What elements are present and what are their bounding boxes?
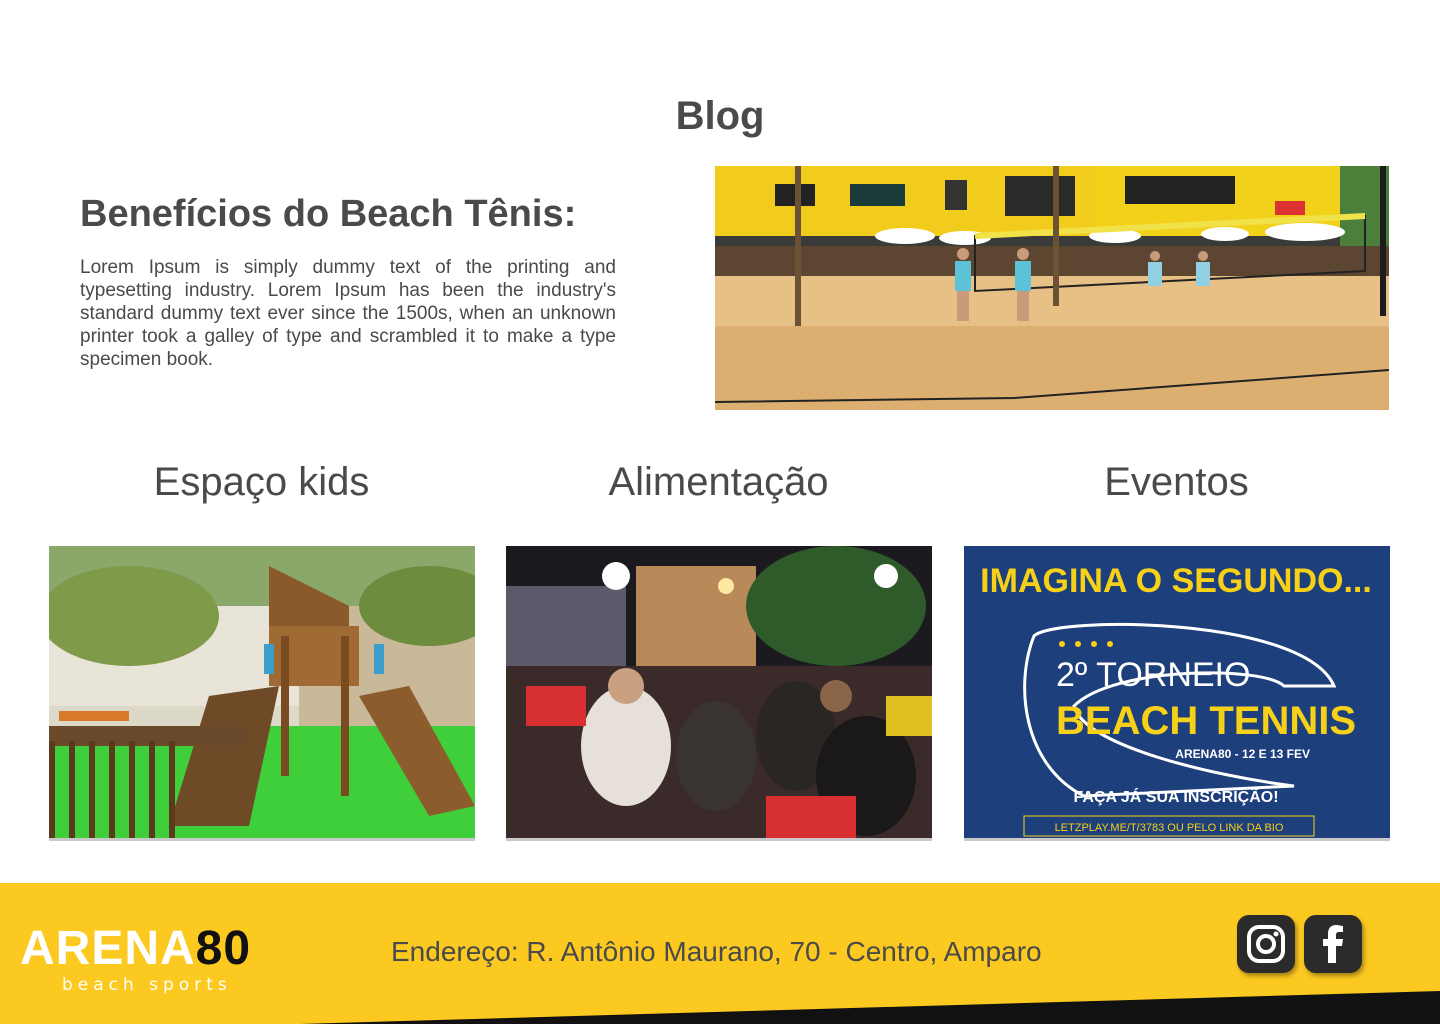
- instagram-icon[interactable]: [1237, 915, 1295, 973]
- category-title-kids[interactable]: Espaço kids: [49, 460, 474, 505]
- food-area-photo[interactable]: [506, 546, 932, 841]
- blog-title: Blog: [675, 94, 765, 138]
- article-body: Lorem Ipsum is simply dummy text of the …: [80, 257, 616, 370]
- poster-line1: 2º TORNEIO: [1056, 656, 1250, 694]
- logo-text-arena: ARENA: [20, 922, 196, 975]
- category-title-food[interactable]: Alimentação: [506, 460, 931, 505]
- poster-line2: BEACH TENNIS: [1056, 699, 1356, 743]
- events-poster[interactable]: IMAGINA O SEGUNDO... 2º TORNEIO BEACH TE…: [964, 546, 1390, 841]
- footer-address: Endereço: R. Antônio Maurano, 70 - Centr…: [391, 936, 1042, 967]
- article-title[interactable]: Benefícios do Beach Tênis:: [80, 193, 576, 236]
- logo-subtitle: beach sports: [62, 975, 232, 995]
- poster-cta: FAÇA JÁ SUA INSCRIÇÃO!: [1073, 786, 1278, 806]
- category-title-events[interactable]: Eventos: [964, 460, 1389, 505]
- poster-link: LETZPLAY.ME/T/3783 OU PELO LINK DA BIO: [1055, 822, 1284, 834]
- facebook-icon[interactable]: [1304, 915, 1362, 973]
- article-photo-beach-tennis[interactable]: [715, 166, 1389, 410]
- logo-text-80: 80: [195, 922, 252, 975]
- footer: ARENA80 beach sports Endereço: R. Antôni…: [0, 883, 1440, 1024]
- poster-headline: IMAGINA O SEGUNDO...: [980, 562, 1372, 600]
- kids-area-photo[interactable]: [49, 546, 475, 841]
- poster-details: ARENA80 - 12 E 13 FEV: [1175, 747, 1310, 761]
